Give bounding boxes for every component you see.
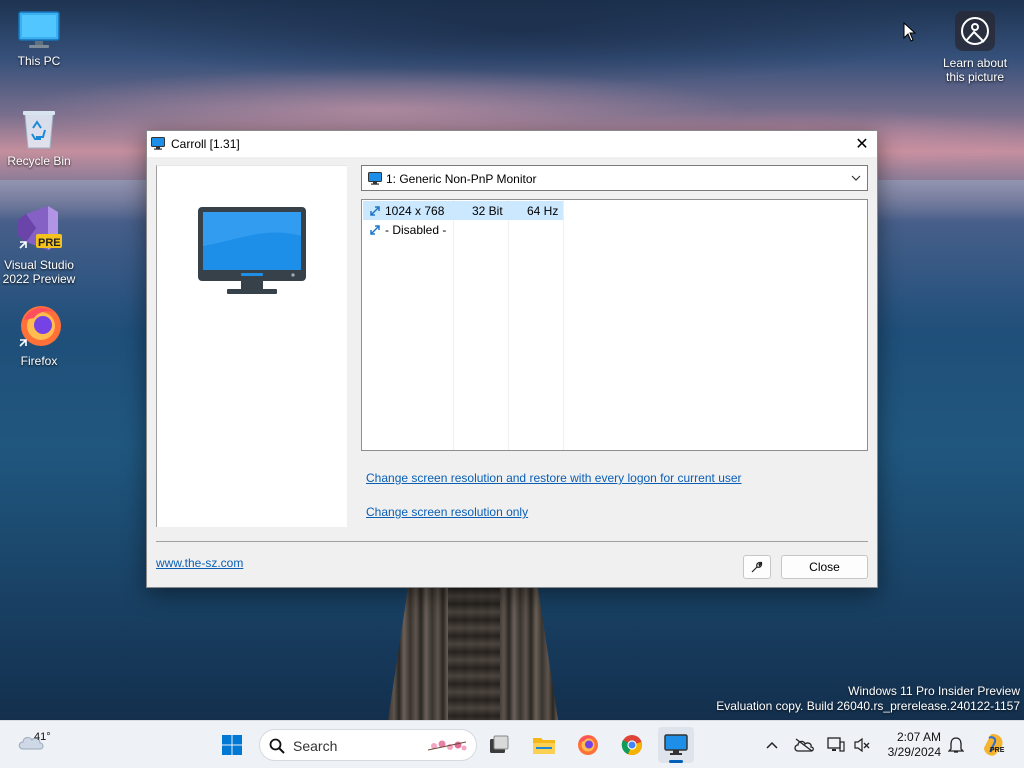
display-tray-button[interactable] [826, 735, 846, 755]
desktop-icon-this-pc[interactable]: This PC [0, 10, 78, 68]
firefox-taskbar-button[interactable] [570, 727, 606, 763]
watermark-line1: Windows 11 Pro Insider Preview [848, 684, 1020, 698]
title-close-button[interactable]: ✕ [847, 131, 877, 157]
dialog-title: Carroll [1.31] [171, 137, 240, 151]
mouse-cursor-icon [903, 22, 917, 42]
task-view-button[interactable] [481, 727, 517, 763]
monitor-app-icon [151, 137, 165, 150]
show-hidden-icons-button[interactable] [762, 735, 782, 755]
monitor-preview-pane [156, 165, 347, 527]
display-mode-list[interactable]: 1024 x 768 32 Bit 64 Hz - Disabled - [361, 199, 868, 451]
learn-picture-label-line2: this picture [945, 70, 1005, 84]
this-pc-icon [18, 11, 60, 48]
monitor-select-dropdown[interactable]: 1: Generic Non-PnP Monitor [361, 165, 868, 191]
firefox-icon [578, 735, 598, 755]
monitor-outline-icon [827, 737, 845, 752]
chevron-up-icon [766, 741, 778, 749]
learn-picture-label-line1: Learn about [942, 56, 1008, 70]
visual-studio-label-line2: 2022 Preview [2, 272, 76, 286]
taskbar: 41° Search 2:07 AM 3/29/2024 PRE [0, 720, 1024, 768]
copilot-button[interactable]: PRE [980, 732, 1006, 758]
firefox-label: Firefox [20, 354, 58, 368]
desktop-icon-learn-picture[interactable]: Learn about this picture [936, 10, 1014, 84]
wrench-icon [751, 561, 763, 573]
desktop-icon-firefox[interactable]: Firefox [0, 302, 78, 368]
mode-depth: 32 Bit [472, 204, 503, 218]
search-icon [269, 738, 285, 754]
speaker-muted-icon [854, 737, 870, 753]
task-view-icon [490, 735, 509, 753]
recycle-bin-label: Recycle Bin [7, 154, 71, 168]
copilot-icon [984, 734, 1003, 756]
firefox-icon [19, 306, 61, 347]
monitor-app-icon [664, 734, 688, 755]
windows-logo-icon [222, 735, 242, 755]
visual-studio-label-line1: Visual Studio [4, 258, 74, 272]
settings-button[interactable] [743, 555, 771, 579]
mode-resolution: 1024 x 768 [385, 204, 445, 218]
search-input[interactable] [293, 736, 423, 756]
search-highlight-icon [427, 740, 467, 751]
monitor-small-icon [368, 172, 382, 185]
clock-date: 3/29/2024 [887, 745, 941, 759]
close-icon: ✕ [855, 136, 869, 153]
resize-arrow-icon [370, 206, 380, 216]
mode-row-1024x768[interactable]: 1024 x 768 32 Bit 64 Hz [363, 201, 563, 220]
resize-arrow-icon [370, 225, 380, 235]
carroll-dialog: Carroll [1.31] ✕ 1: Generic Non-PnP Moni… [146, 130, 878, 588]
weather-widget[interactable]: 41° [18, 729, 51, 754]
bell-icon [948, 737, 964, 753]
wallpaper-pier-steps [448, 588, 500, 720]
mode-resolution: - Disabled - [385, 223, 447, 237]
file-explorer-button[interactable] [526, 727, 562, 763]
dialog-separator [156, 541, 868, 542]
close-button[interactable]: Close [781, 555, 868, 579]
carroll-taskbar-button[interactable] [658, 727, 694, 763]
recycle-bin-icon [23, 111, 55, 149]
cloud-offline-icon [794, 738, 814, 752]
clock-time: 2:07 AM [896, 730, 941, 744]
chrome-taskbar-button[interactable] [614, 727, 650, 763]
weather-temp: 41° [34, 731, 51, 743]
desktop-icon-recycle-bin[interactable]: Recycle Bin [0, 108, 78, 168]
copilot-pre-badge: PRE [990, 747, 1005, 754]
taskbar-clock[interactable]: 2:07 AM 3/29/2024 [884, 730, 941, 760]
mode-refresh: 64 Hz [527, 204, 559, 218]
dialog-titlebar[interactable]: Carroll [1.31] ✕ [147, 131, 877, 157]
monitor-preview-icon [198, 207, 306, 294]
this-pc-label: This PC [17, 54, 61, 68]
mode-row-disabled[interactable]: - Disabled - [363, 220, 563, 239]
start-button[interactable] [214, 727, 250, 763]
watermark-line2: Evaluation copy. Build 26040.rs_prerelea… [716, 699, 1020, 713]
change-resolution-only-link[interactable]: Change screen resolution only [366, 505, 528, 519]
website-link[interactable]: www.the-sz.com [156, 556, 243, 570]
chrome-icon [621, 735, 642, 756]
change-and-restore-link[interactable]: Change screen resolution and restore wit… [366, 471, 742, 485]
desktop-icon-visual-studio[interactable]: PRE Visual Studio 2022 Preview [0, 204, 78, 286]
learn-picture-icon [955, 11, 995, 51]
column-divider [563, 200, 564, 450]
chevron-down-icon [851, 175, 861, 181]
monitor-select-value: 1: Generic Non-PnP Monitor [386, 172, 537, 186]
folder-icon [533, 738, 555, 754]
notifications-button[interactable] [946, 735, 966, 755]
windows-watermark: Windows 11 Pro Insider Preview Evaluatio… [716, 684, 1020, 714]
visual-studio-pre-badge: PRE [38, 237, 61, 249]
taskbar-search[interactable] [259, 729, 477, 761]
volume-tray-button[interactable] [852, 735, 872, 755]
onedrive-tray-button[interactable] [794, 735, 814, 755]
